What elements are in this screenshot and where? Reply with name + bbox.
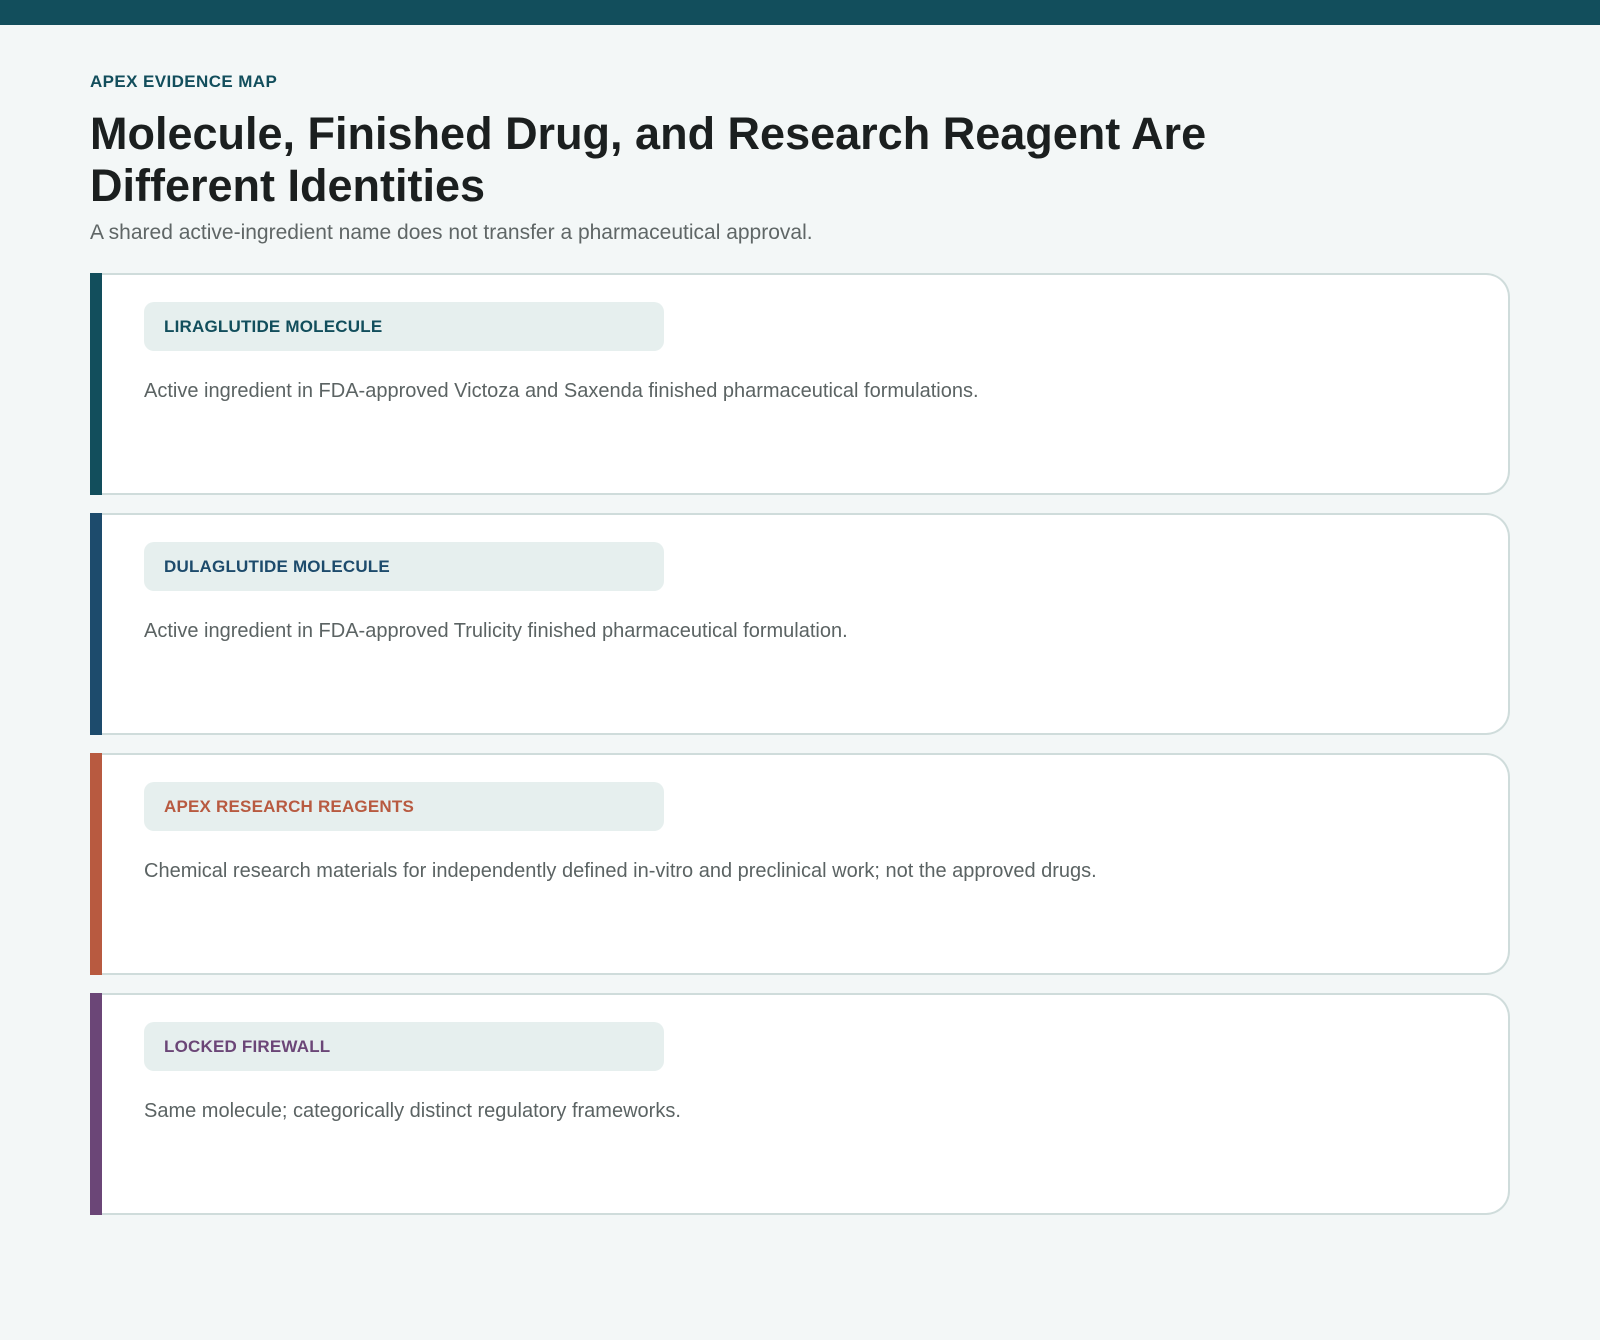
card-description: Chemical research materials for independ…	[144, 860, 1097, 882]
page-subtitle: A shared active-ingredient name does not…	[90, 221, 813, 244]
card-body: LIRAGLUTIDE MOLECULE Active ingredient i…	[102, 273, 1510, 495]
card-body: LOCKED FIREWALL Same molecule; categoric…	[102, 993, 1510, 1215]
card-apex-research-reagents: APEX RESEARCH REAGENTS Chemical research…	[90, 753, 1510, 975]
card-label: LOCKED FIREWALL	[144, 1022, 664, 1071]
card-description: Active ingredient in FDA-approved Victoz…	[144, 380, 979, 402]
card-description: Same molecule; categorically distinct re…	[144, 1100, 681, 1122]
card-label: LIRAGLUTIDE MOLECULE	[144, 302, 664, 351]
card-label: APEX RESEARCH REAGENTS	[144, 782, 664, 831]
eyebrow-label: APEX EVIDENCE MAP	[90, 72, 278, 91]
card-dulaglutide: DULAGLUTIDE MOLECULE Active ingredient i…	[90, 513, 1510, 735]
card-label: DULAGLUTIDE MOLECULE	[144, 542, 664, 591]
top-bar	[0, 0, 1600, 25]
page-title: Molecule, Finished Drug, and Research Re…	[90, 108, 1207, 211]
card-body: DULAGLUTIDE MOLECULE Active ingredient i…	[102, 513, 1510, 735]
card-body: APEX RESEARCH REAGENTS Chemical research…	[102, 753, 1510, 975]
card-locked-firewall: LOCKED FIREWALL Same molecule; categoric…	[90, 993, 1510, 1215]
card-liraglutide: LIRAGLUTIDE MOLECULE Active ingredient i…	[90, 273, 1510, 495]
card-description: Active ingredient in FDA-approved Trulic…	[144, 620, 848, 642]
